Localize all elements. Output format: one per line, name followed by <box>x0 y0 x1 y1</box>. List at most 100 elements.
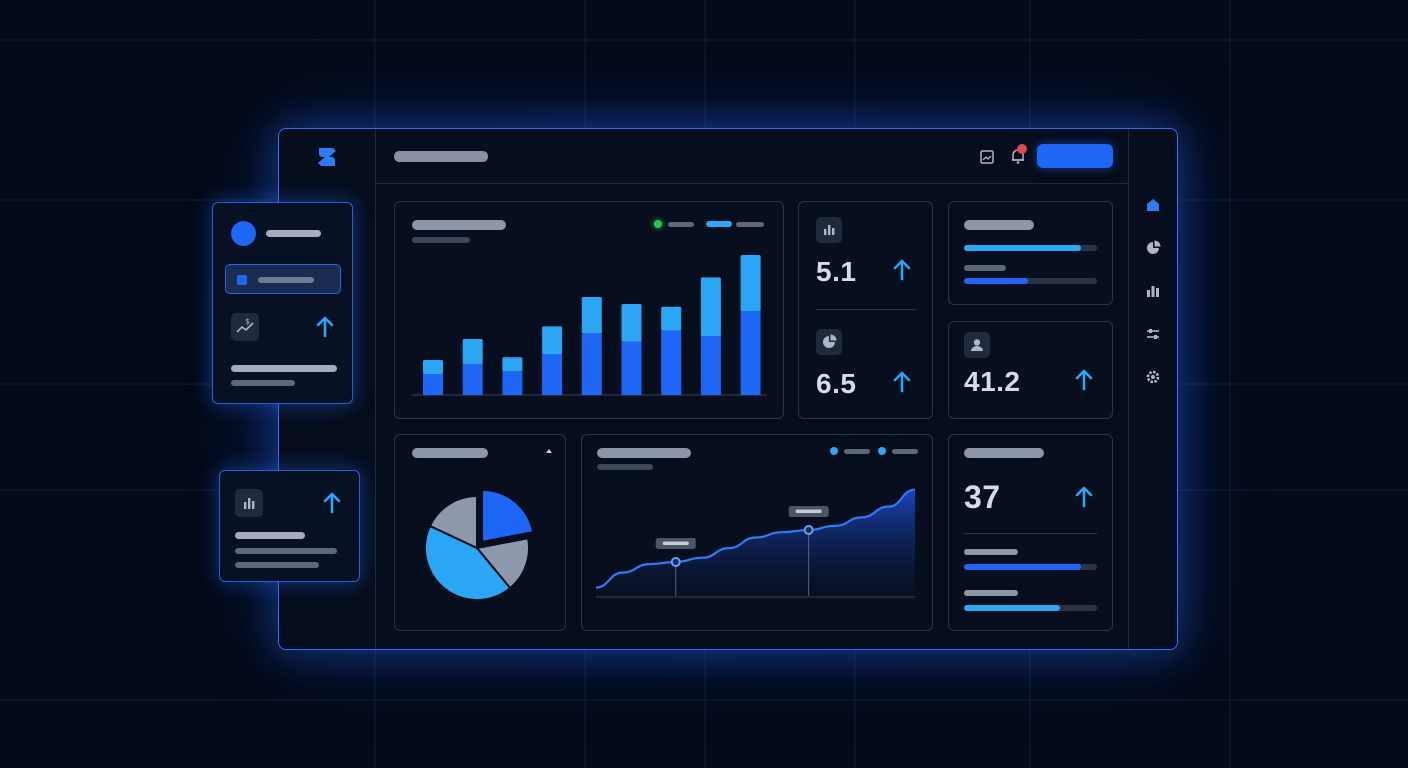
stacked-bar-chart <box>412 255 767 396</box>
bar-chart-icon <box>816 217 842 243</box>
progress-bar <box>964 605 1097 611</box>
bar-segment-top <box>700 277 721 337</box>
label <box>964 549 1018 555</box>
metric-value: 41.2 <box>964 366 1021 397</box>
arrow-up-icon <box>316 316 334 338</box>
bar-segment-top <box>462 339 483 365</box>
progress-bar <box>964 564 1097 570</box>
progress-fill <box>964 605 1060 611</box>
arrow-up-icon <box>323 492 341 514</box>
brand-logo-icon[interactable] <box>313 143 341 171</box>
bar-chart-icon <box>235 489 263 517</box>
progress-fill <box>964 245 1082 251</box>
sublabel <box>235 548 337 554</box>
arrow-up-icon <box>893 371 911 393</box>
pie-chart-icon[interactable] <box>1144 239 1162 257</box>
card-title <box>964 220 1034 230</box>
user-icon <box>964 332 990 358</box>
progress-card <box>948 201 1113 305</box>
profile-name <box>266 230 321 237</box>
top-bar <box>376 129 1129 184</box>
bar-segment-top <box>661 306 682 331</box>
legend-dot <box>830 447 838 455</box>
bar-chart-card <box>394 201 784 419</box>
progress-bar <box>964 278 1097 284</box>
bar-segment-top <box>621 304 642 342</box>
bar-segment-top <box>423 360 443 374</box>
bar-segment-top <box>740 255 761 311</box>
bar-chart-icon[interactable] <box>1144 282 1162 300</box>
menu-item-icon <box>237 275 247 285</box>
divider <box>964 533 1097 534</box>
tooltip-text <box>795 509 822 514</box>
bar-segment-base <box>581 333 602 395</box>
metric-stack-card: 5.1 6.5 <box>798 201 933 419</box>
divider <box>816 309 916 310</box>
primary-action-button[interactable] <box>1037 144 1113 168</box>
label <box>231 365 337 372</box>
bar-segment-top <box>542 326 563 355</box>
metric-value: 6.5 <box>816 368 857 399</box>
kpi-card: 37 <box>948 434 1113 631</box>
data-point-marker[interactable] <box>803 525 814 536</box>
image-icon[interactable] <box>979 149 995 165</box>
home-icon[interactable] <box>1144 196 1162 214</box>
bar-segment-top <box>581 297 602 334</box>
user-metric-card: 41.2 <box>948 321 1113 419</box>
sliders-icon[interactable] <box>1144 325 1162 343</box>
bar-segment-base <box>661 330 682 395</box>
bar-segment-base <box>621 341 642 395</box>
legend-dot-green <box>654 220 662 228</box>
notification-dot <box>1017 144 1027 154</box>
label <box>964 590 1018 596</box>
area-chart-card <box>581 434 933 631</box>
legend-label <box>844 449 870 454</box>
page-title-placeholder <box>394 151 488 162</box>
legend-label <box>668 222 694 227</box>
floating-profile-card: $ <box>212 202 353 404</box>
caret-up-icon[interactable] <box>545 447 553 455</box>
card-subtitle <box>597 464 653 470</box>
progress-fill <box>964 564 1082 570</box>
tooltip-text <box>662 541 689 545</box>
pie-chart-card <box>394 434 566 631</box>
progress-bar <box>964 245 1097 251</box>
card-title <box>412 448 488 458</box>
label <box>235 532 305 539</box>
bar-segment-base <box>700 336 721 395</box>
menu-item-label <box>258 277 314 283</box>
arrow-up-icon <box>893 259 911 281</box>
pie-slice <box>481 488 535 544</box>
svg-text:$: $ <box>245 317 250 326</box>
pie-chart <box>424 488 535 601</box>
selected-menu-item[interactable] <box>225 264 341 294</box>
legend-dot <box>878 447 886 455</box>
floating-stat-card <box>219 470 360 582</box>
pie-chart-icon <box>816 329 842 355</box>
bar-segment-base <box>740 311 761 395</box>
right-nav <box>1128 129 1177 649</box>
bar-segment-base <box>462 364 483 395</box>
data-point-marker[interactable] <box>670 556 681 567</box>
avatar[interactable] <box>231 221 256 246</box>
area-chart <box>595 488 916 598</box>
sublabel <box>235 562 319 568</box>
metric-value: 37 <box>964 479 1001 515</box>
label <box>964 265 1006 271</box>
dollar-trend-icon: $ <box>231 313 259 341</box>
area-fill <box>596 489 915 596</box>
card-subtitle <box>412 237 470 243</box>
bar-segment-base <box>502 371 523 395</box>
metric-value: 5.1 <box>816 256 857 287</box>
bar-segment-base <box>423 374 443 395</box>
legend-swatch-light <box>706 221 732 227</box>
gear-icon[interactable] <box>1144 368 1162 386</box>
dashboard-window: 5.1 6.5 41.2 37 <box>278 128 1178 650</box>
arrow-up-icon <box>1075 369 1093 391</box>
bar-segment-base <box>542 354 563 395</box>
card-title <box>964 448 1044 458</box>
progress-fill <box>964 278 1028 284</box>
card-title <box>412 220 506 230</box>
card-title <box>597 448 691 458</box>
sublabel <box>231 380 295 386</box>
